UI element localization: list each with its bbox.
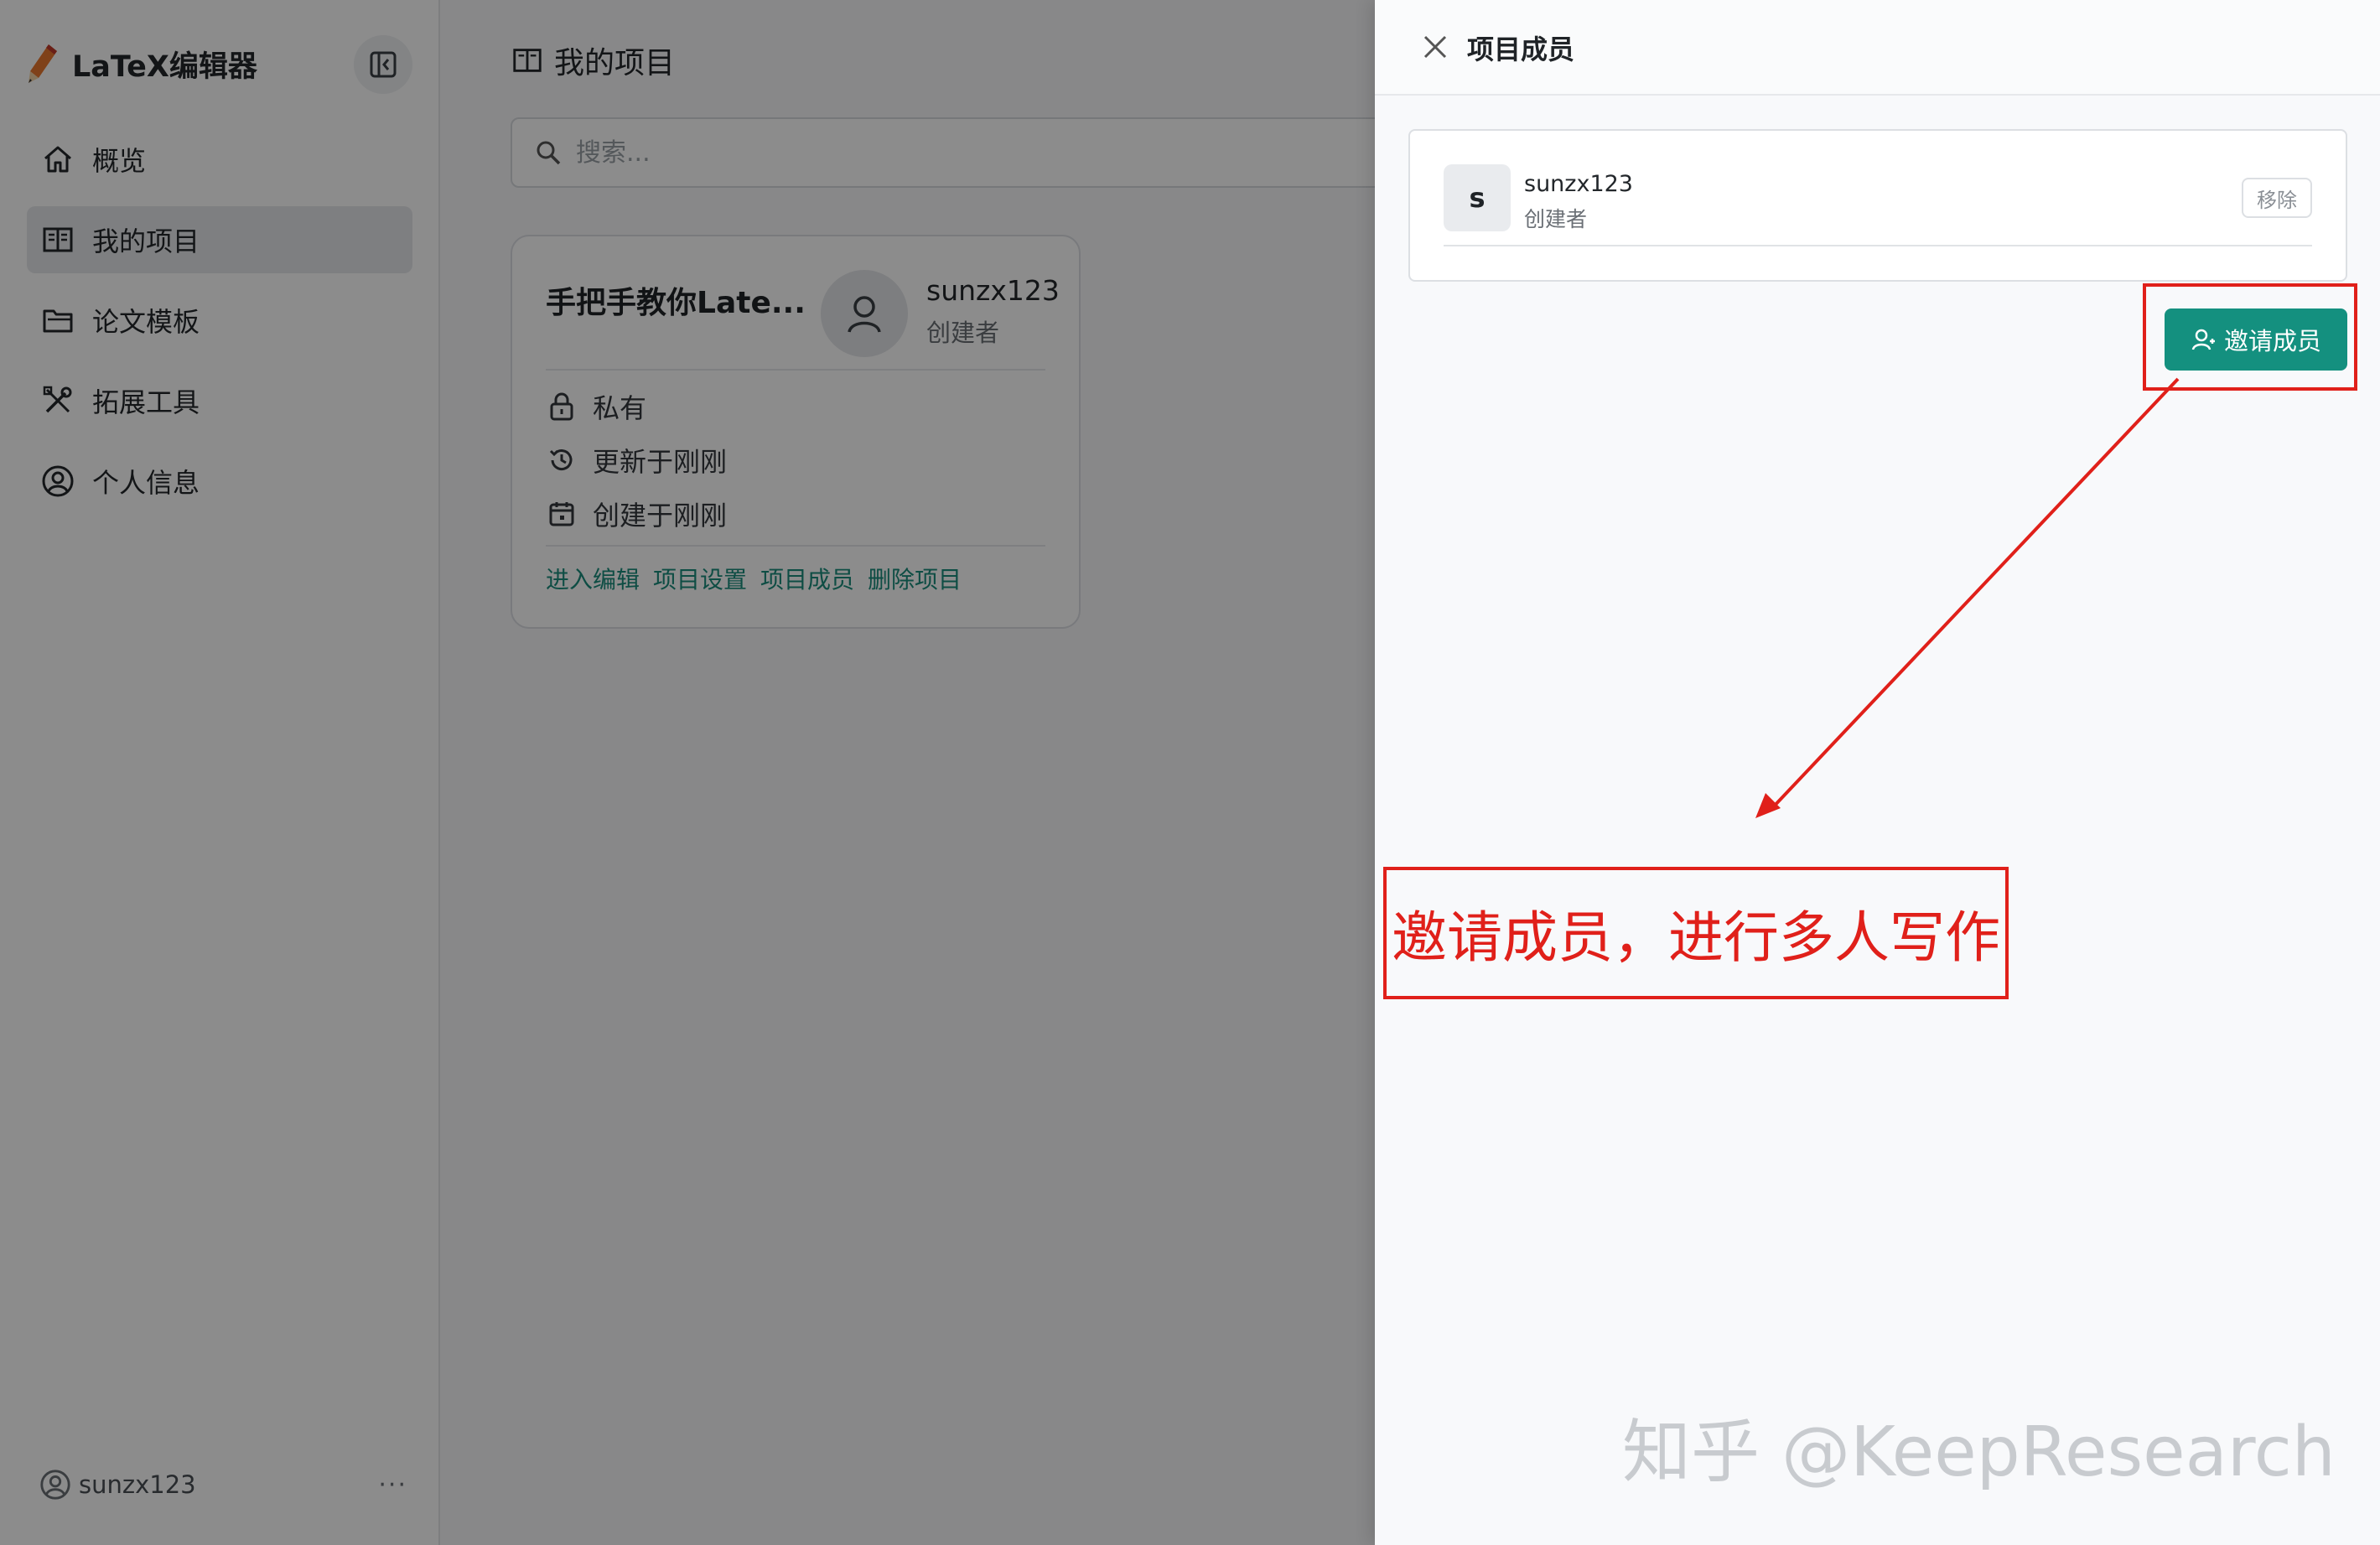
divider <box>1444 245 2312 246</box>
modal-backdrop[interactable] <box>0 0 1375 1545</box>
annotation-callout: 邀请成员，进行多人写作 <box>1383 867 2009 999</box>
close-icon <box>1423 35 1447 59</box>
members-drawer: 项目成员 s sunzx123 创建者 移除 邀请成员 <box>1375 0 2380 1545</box>
annotation-text: 邀请成员，进行多人写作 <box>1392 905 2000 970</box>
member-name: sunzx123 <box>1524 171 1633 197</box>
avatar: s <box>1444 164 1511 231</box>
drawer-header: 项目成员 <box>1375 0 2380 96</box>
annotation-highlight-box <box>2143 283 2357 391</box>
member-list: s sunzx123 创建者 移除 <box>1408 129 2347 282</box>
close-button[interactable] <box>1418 30 1452 64</box>
member-role: 创建者 <box>1524 207 1588 231</box>
remove-member-button[interactable]: 移除 <box>2242 178 2312 218</box>
drawer-title: 项目成员 <box>1467 34 1575 65</box>
watermark: 知乎 @KeepResearch <box>1622 1413 2336 1492</box>
